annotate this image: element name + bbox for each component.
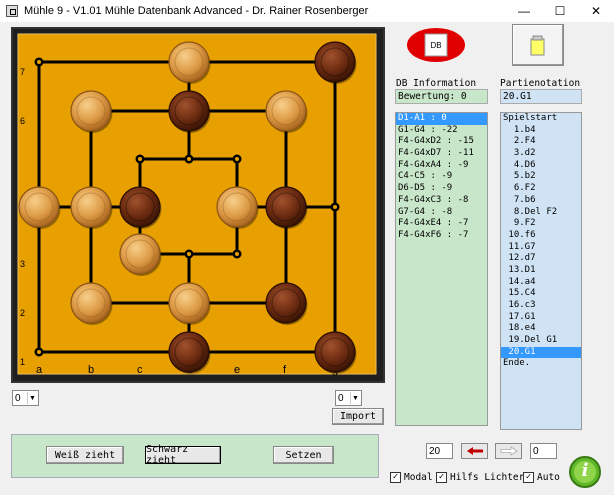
end-move-input[interactable]: 0 <box>530 443 557 459</box>
game-board[interactable]: abcdefg12367 <box>11 27 385 383</box>
db-move-item[interactable]: F4-G4xF6 : -7 <box>396 230 487 242</box>
rank-label-2: 2 <box>20 308 25 318</box>
notation-move-item[interactable]: 11.G7 <box>501 242 581 254</box>
rating-field: Bewertung: 0 <box>395 89 488 104</box>
notation-move-item[interactable]: 12.d7 <box>501 253 581 265</box>
rank-label-6: 6 <box>20 116 25 126</box>
board-point-center <box>138 157 142 161</box>
right-select[interactable]: 0 ▼ <box>335 390 362 406</box>
db-move-item[interactable]: F4-G4xC3 : -8 <box>396 195 487 207</box>
notation-move-item[interactable]: 19.Del G1 <box>501 335 581 347</box>
notation-move-item[interactable]: 20.G1 <box>501 346 581 359</box>
board-point-center <box>187 252 191 256</box>
rank-label-3: 3 <box>20 259 25 269</box>
file-label-a: a <box>36 364 43 376</box>
notation-move-item[interactable]: Spielstart <box>501 113 581 125</box>
notation-move-item[interactable]: 16.c3 <box>501 300 581 312</box>
place-button[interactable]: Setzen <box>273 446 334 464</box>
current-move-field: 20.G1 <box>500 89 582 104</box>
chevron-down-icon: ▼ <box>350 392 360 404</box>
next-move-button[interactable] <box>495 443 522 459</box>
notation-move-item[interactable]: 8.Del F2 <box>501 207 581 219</box>
notation-move-item[interactable]: 7.b6 <box>501 195 581 207</box>
move-number-input[interactable]: 20 <box>426 443 453 459</box>
notation-move-item[interactable]: 2.F4 <box>501 136 581 148</box>
db-info-title: DB Information <box>396 78 477 89</box>
checkbox-modal-box[interactable]: ✓ <box>390 472 401 483</box>
checkbox-modal[interactable]: ✓ Modal <box>390 472 433 483</box>
db-move-item[interactable]: D1-A1 : 0 <box>396 113 487 125</box>
notation-move-item[interactable]: 6.F2 <box>501 183 581 195</box>
notation-move-item[interactable]: 4.D6 <box>501 160 581 172</box>
board-point-center <box>235 252 239 256</box>
notation-move-item[interactable]: 17.G1 <box>501 312 581 324</box>
checkbox-hilfs-lichter-label: Hilfs Lichter <box>450 472 525 483</box>
rank-label-7: 7 <box>20 67 25 77</box>
notation-move-item[interactable]: 18.e4 <box>501 323 581 335</box>
left-select[interactable]: 0 ▼ <box>12 390 39 406</box>
arrow-left-icon <box>466 447 483 455</box>
rank-label-1: 1 <box>20 357 25 367</box>
notation-move-item[interactable]: 10.f6 <box>501 230 581 242</box>
board-canvas[interactable]: abcdefg12367 <box>13 29 383 381</box>
checkbox-modal-label: Modal <box>404 472 433 483</box>
notation-move-item[interactable]: 3.d2 <box>501 148 581 160</box>
notation-move-item[interactable]: 15.C4 <box>501 288 581 300</box>
checkbox-hilfs-lichter-box[interactable]: ✓ <box>436 472 447 483</box>
db-move-item[interactable]: F4-G4xE4 : -7 <box>396 218 487 230</box>
notation-move-item[interactable]: Ende. <box>501 358 581 370</box>
arrow-right-icon <box>500 446 518 456</box>
left-select-value: 0 <box>15 392 21 404</box>
db-move-item[interactable]: F4-G4xD2 : -15 <box>396 136 487 148</box>
notation-move-item[interactable]: 5.b2 <box>501 171 581 183</box>
db-icon-label: DB <box>430 41 442 50</box>
window-controls: — ☐ ✕ <box>506 0 614 22</box>
db-icon-button[interactable]: DB <box>406 27 466 63</box>
minimize-button[interactable]: — <box>506 0 542 22</box>
title-bar: Mühle 9 - V1.01 Mühle Datenbank Advanced… <box>0 0 614 22</box>
file-label-c: c <box>137 364 143 376</box>
db-move-item[interactable]: D6-D5 : -9 <box>396 183 487 195</box>
info-icon-letter: i <box>581 460 589 481</box>
board-point-center <box>235 157 239 161</box>
close-button[interactable]: ✕ <box>578 0 614 22</box>
db-moves-list[interactable]: D1-A1 : 0 G1-G4 : -22 F4-G4xD2 : -15 F4-G4x… <box>395 112 488 426</box>
db-move-item[interactable]: G7-G4 : -8 <box>396 207 487 219</box>
board-point-center <box>333 205 337 209</box>
checkbox-auto[interactable]: ✓ Auto <box>523 472 560 483</box>
db-move-item[interactable]: F4-G4xA4 : -9 <box>396 160 487 172</box>
notepad-icon <box>530 35 545 56</box>
file-label-b: b <box>88 364 94 376</box>
import-button[interactable]: Import <box>332 408 384 425</box>
black-moves-button[interactable]: Schwarz zieht <box>145 444 221 466</box>
chevron-down-icon: ▼ <box>27 392 37 404</box>
checkbox-auto-box[interactable]: ✓ <box>523 472 534 483</box>
db-move-item[interactable]: C4-C5 : -9 <box>396 171 487 183</box>
board-point-center <box>187 157 191 161</box>
notation-move-item[interactable]: 9.F2 <box>501 218 581 230</box>
notation-move-item[interactable]: 1.b4 <box>501 125 581 137</box>
board-point-center <box>37 350 41 354</box>
previous-move-button[interactable] <box>461 443 488 459</box>
notes-button[interactable] <box>512 24 564 66</box>
file-label-e: e <box>234 364 240 376</box>
board-point-center <box>37 60 41 64</box>
notation-list[interactable]: Spielstart 1.b4 2.F4 3.d2 4.D6 5.b2 6.F2… <box>500 112 582 430</box>
right-select-value: 0 <box>338 392 344 404</box>
checkbox-hilfs-lichter[interactable]: ✓ Hilfs Lichter <box>436 472 524 483</box>
app-icon <box>6 5 18 17</box>
checkbox-auto-label: Auto <box>537 472 560 483</box>
maximize-button[interactable]: ☐ <box>542 0 578 22</box>
db-move-item[interactable]: F4-G4xD7 : -11 <box>396 148 487 160</box>
info-button[interactable]: i <box>568 455 602 489</box>
white-moves-button[interactable]: Weiß zieht <box>46 446 124 464</box>
db-move-item[interactable]: G1-G4 : -22 <box>396 125 487 137</box>
notation-move-item[interactable]: 13.D1 <box>501 265 581 277</box>
notation-move-item[interactable]: 14.a4 <box>501 277 581 289</box>
window-title: Mühle 9 - V1.01 Mühle Datenbank Advanced… <box>24 5 369 17</box>
notation-title: Partienotation <box>500 78 581 89</box>
